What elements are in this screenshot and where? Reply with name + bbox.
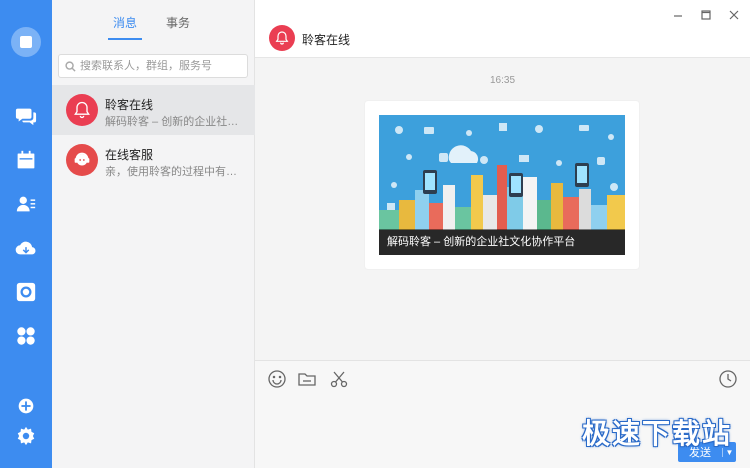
conversation-name: 在线客服 bbox=[105, 148, 154, 162]
close-button[interactable] bbox=[727, 8, 741, 22]
screenshot-button[interactable] bbox=[329, 369, 349, 389]
chat-area: 聆客在线 16:35 解码聆客 – 创新的企业社文化协作平台 发送 ▼ bbox=[255, 0, 750, 468]
folder-icon bbox=[298, 373, 316, 386]
sphere-icon[interactable] bbox=[14, 280, 38, 304]
add-icon[interactable] bbox=[14, 394, 38, 418]
conversation-avatar bbox=[66, 144, 98, 176]
close-icon bbox=[729, 10, 739, 20]
maximize-icon bbox=[701, 10, 711, 20]
folder-button[interactable] bbox=[297, 369, 317, 389]
chevron-down-icon[interactable]: ▼ bbox=[722, 447, 736, 457]
chat-avatar bbox=[269, 25, 295, 51]
settings-icon[interactable] bbox=[14, 424, 38, 448]
conversation-panel: 消息 事务 聆客在线 解码聆客 – 创新的企业社文化... 在线客服 亲，使用聆… bbox=[52, 0, 255, 468]
article-caption: 解码聆客 – 创新的企业社文化协作平台 bbox=[379, 229, 625, 255]
search-box[interactable] bbox=[58, 54, 248, 78]
search-icon bbox=[65, 60, 76, 72]
search-input[interactable] bbox=[80, 60, 240, 72]
bell-icon bbox=[275, 31, 289, 45]
send-label: 发送 bbox=[689, 447, 711, 459]
scissors-icon bbox=[330, 371, 348, 388]
chat-header: 聆客在线 bbox=[255, 0, 750, 58]
active-tab-indicator bbox=[108, 38, 142, 40]
conversation-name: 聆客在线 bbox=[105, 98, 154, 112]
cloud-icon[interactable] bbox=[14, 236, 38, 260]
bell-icon bbox=[74, 101, 90, 119]
contacts-icon[interactable] bbox=[14, 192, 38, 216]
article-card[interactable]: 解码聆客 – 创新的企业社文化协作平台 bbox=[365, 101, 639, 269]
history-icon bbox=[719, 370, 737, 388]
conversation-item[interactable]: 在线客服 亲，使用聆客的过程中有什么... bbox=[52, 135, 255, 185]
minimize-icon bbox=[674, 15, 682, 17]
message-timestamp: 16:35 bbox=[489, 75, 516, 86]
minimize-button[interactable] bbox=[671, 8, 685, 22]
tab-messages[interactable]: 消息 bbox=[113, 14, 137, 31]
calendar-icon[interactable] bbox=[14, 148, 38, 172]
conversation-preview: 亲，使用聆客的过程中有什么... bbox=[105, 166, 245, 178]
emoji-button[interactable] bbox=[267, 369, 287, 389]
history-button[interactable] bbox=[718, 369, 738, 389]
tab-bar: 消息 事务 bbox=[52, 0, 255, 46]
user-avatar[interactable] bbox=[11, 27, 41, 57]
conversation-item[interactable]: 聆客在线 解码聆客 – 创新的企业社文化... bbox=[52, 85, 255, 135]
send-button[interactable]: 发送 ▼ bbox=[678, 442, 736, 462]
conversation-avatar bbox=[66, 94, 98, 126]
support-agent-icon bbox=[74, 152, 90, 166]
chat-title: 聆客在线 bbox=[302, 33, 351, 47]
apps-icon[interactable] bbox=[14, 324, 38, 348]
emoji-icon bbox=[268, 370, 286, 388]
tab-tasks[interactable]: 事务 bbox=[166, 14, 190, 31]
chat-icon[interactable] bbox=[14, 104, 38, 128]
article-cover-image: 解码聆客 – 创新的企业社文化协作平台 bbox=[379, 115, 625, 255]
conversation-preview: 解码聆客 – 创新的企业社文化... bbox=[105, 116, 245, 128]
maximize-button[interactable] bbox=[699, 8, 713, 22]
left-rail bbox=[0, 0, 52, 468]
message-input-area[interactable]: 发送 ▼ bbox=[255, 360, 750, 468]
